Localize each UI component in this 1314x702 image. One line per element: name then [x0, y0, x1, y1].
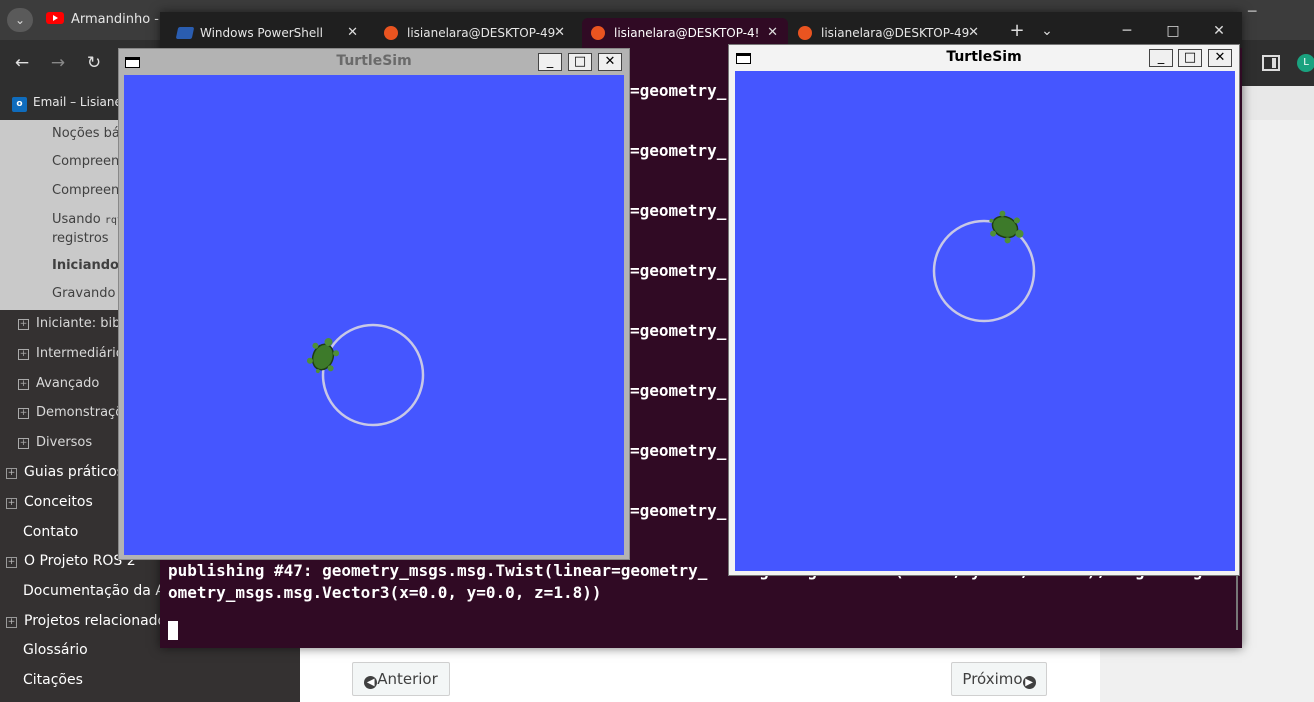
minimize-button[interactable]: _: [538, 53, 562, 71]
arrow-left-icon: ←: [14, 53, 30, 73]
expand-plus-icon: +: [18, 349, 29, 360]
profile-avatar[interactable]: L: [1297, 54, 1314, 72]
terminal-tab-ubuntu-1[interactable]: lisianelara@DESKTOP-49 ✕: [375, 18, 575, 48]
maximize-button[interactable]: □: [568, 53, 592, 71]
terminal-output-line: publishing #47: geometry_msgs.msg.Twist(…: [168, 561, 708, 580]
sidebar-item-citacoes[interactable]: Citações: [23, 672, 317, 688]
terminal-cursor[interactable]: [168, 621, 178, 640]
terminal-output-fragment: =geometry_: [630, 261, 727, 280]
terminal-scrollbar[interactable]: [1236, 572, 1238, 630]
browser-minimize-button[interactable]: ─: [1248, 4, 1314, 34]
expand-plus-icon: +: [6, 498, 17, 509]
sidebar-item-label: Iniciante: bibl: [36, 316, 124, 331]
turtlesim-window-left[interactable]: TurtleSim _ □ ✕: [118, 48, 630, 560]
terminal-output-fragment: =geometry_: [630, 201, 727, 220]
turtle-icon: [989, 210, 1024, 244]
previous-button[interactable]: ◀ Anterior: [352, 662, 450, 696]
next-label: Próximo: [962, 670, 1023, 688]
powershell-icon: [175, 27, 195, 39]
expand-plus-icon: +: [18, 319, 29, 330]
maximize-button[interactable]: □: [1178, 49, 1202, 67]
turtlesim-canvas: [124, 75, 624, 555]
turtlesim-drawing: [932, 210, 1036, 323]
minimize-button[interactable]: _: [1149, 49, 1173, 67]
youtube-icon: [46, 12, 64, 24]
tab-label: Windows PowerShell: [200, 26, 323, 40]
close-icon[interactable]: ✕: [347, 18, 358, 48]
sidebar-item-label: Demonstraçõ: [36, 405, 124, 420]
forward-button[interactable]: →: [45, 50, 71, 76]
turtlesim-canvas: [735, 71, 1235, 571]
terminal-output-fragment: =geometry_: [630, 381, 727, 400]
expand-plus-icon: +: [18, 379, 29, 390]
turtlesim-window-right[interactable]: TurtleSim _ □ ✕: [728, 44, 1240, 576]
expand-plus-icon: +: [6, 617, 17, 628]
terminal-output-fragment: =geometry_: [630, 501, 727, 520]
circle-arrow-right-icon: ▶: [1022, 676, 1036, 689]
side-panel-icon[interactable]: [1262, 55, 1280, 71]
sidebar-item-label: Conceitos: [24, 494, 93, 510]
expand-plus-icon: +: [6, 557, 17, 568]
ubuntu-icon: [798, 26, 812, 40]
sidebar-item-label: Avançado: [36, 376, 100, 391]
close-icon[interactable]: ✕: [554, 18, 565, 48]
turtlesim-drawing: [306, 323, 425, 427]
terminal-maximize-button[interactable]: □: [1158, 18, 1188, 44]
terminal-output-fragment: =geometry_: [630, 81, 727, 100]
outlook-icon: o: [12, 97, 27, 112]
bookmark-email[interactable]: o Email – Lisiane L: [12, 92, 132, 112]
terminal-close-button[interactable]: ✕: [1204, 18, 1234, 44]
browser-tab-youtube[interactable]: Armandinho - Oi: [46, 6, 166, 34]
back-button[interactable]: ←: [9, 50, 35, 76]
next-button[interactable]: Próximo ▶: [951, 662, 1047, 696]
close-button[interactable]: ✕: [598, 53, 622, 71]
tab-label: lisianelara@DESKTOP-49: [407, 26, 556, 40]
terminal-minimize-button[interactable]: ─: [1112, 18, 1142, 44]
expand-plus-icon: +: [18, 408, 29, 419]
sidebar-item-label: Diversos: [36, 435, 93, 450]
terminal-output-fragment: =geometry_: [630, 441, 727, 460]
ubuntu-icon: [384, 26, 398, 40]
ubuntu-icon: [591, 26, 605, 40]
sidebar-item-label: Usando: [52, 212, 101, 227]
turtle-trail-circle: [321, 323, 425, 427]
new-tab-button[interactable]: +: [1002, 18, 1032, 44]
previous-label: Anterior: [377, 670, 438, 688]
arrow-right-icon: →: [50, 53, 66, 73]
sidebar-item-label: Guias práticos: [24, 464, 125, 480]
reload-button[interactable]: ↻: [81, 50, 107, 76]
sidebar-item-label: Intermediário: [36, 346, 124, 361]
circle-arrow-left-icon: ◀: [364, 676, 378, 689]
close-button[interactable]: ✕: [1208, 49, 1232, 67]
terminal-output-line: ometry_msgs.msg.Vector3(x=0.0, y=0.0, z=…: [168, 583, 602, 602]
terminal-output-fragment: =geometry_: [630, 321, 727, 340]
tab-search-chevron-icon[interactable]: ⌄: [7, 8, 33, 32]
reload-icon: ↻: [86, 53, 102, 73]
terminal-tab-powershell[interactable]: Windows PowerShell ✕: [168, 18, 368, 48]
terminal-output-fragment: =geometry_: [630, 141, 727, 160]
expand-plus-icon: +: [18, 438, 29, 449]
tab-dropdown-button[interactable]: ⌄: [1032, 18, 1062, 44]
sidebar-item-label: Projetos relacionados: [24, 613, 174, 629]
sidebar-item-label-line2: registros: [52, 231, 109, 246]
expand-plus-icon: +: [6, 468, 17, 479]
browser-tab-label: Armandinho - Oi: [71, 12, 166, 27]
